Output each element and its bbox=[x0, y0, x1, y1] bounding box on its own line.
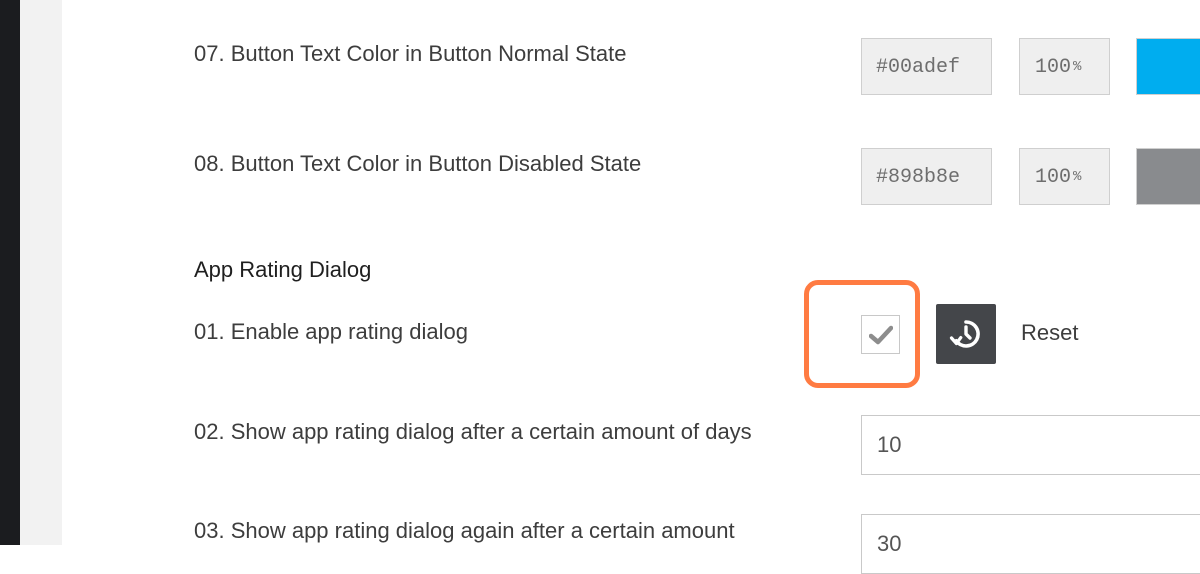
hex-input-disabled-state[interactable]: #898b8e bbox=[861, 148, 992, 205]
color-swatch-normal-state[interactable] bbox=[1136, 38, 1200, 95]
percent-sign: % bbox=[1073, 59, 1082, 75]
hex-input-normal-state[interactable]: #00adef bbox=[861, 38, 992, 95]
percent-sign: % bbox=[1073, 169, 1082, 185]
opacity-value: 100 bbox=[1035, 56, 1072, 79]
reset-label[interactable]: Reset bbox=[1021, 320, 1078, 346]
setting-label-normal-state: 07. Button Text Color in Button Normal S… bbox=[194, 41, 627, 66]
opacity-value: 100 bbox=[1035, 166, 1072, 189]
section-title-app-rating: App Rating Dialog bbox=[194, 257, 372, 282]
setting-label-days: 02. Show app rating dialog after a certa… bbox=[194, 419, 752, 444]
days-input[interactable] bbox=[861, 415, 1200, 475]
setting-label-disabled-state: 08. Button Text Color in Button Disabled… bbox=[194, 151, 642, 176]
opacity-input-disabled-state[interactable]: 100% bbox=[1019, 148, 1110, 205]
color-swatch-disabled-state[interactable] bbox=[1136, 148, 1200, 205]
reset-button[interactable] bbox=[936, 304, 996, 364]
opacity-input-normal-state[interactable]: 100% bbox=[1019, 38, 1110, 95]
window-edge bbox=[0, 0, 20, 545]
enable-rating-checkbox[interactable] bbox=[861, 315, 900, 354]
again-input[interactable] bbox=[861, 514, 1200, 574]
left-gutter bbox=[20, 0, 62, 545]
setting-label-enable-rating: 01. Enable app rating dialog bbox=[194, 319, 468, 344]
check-icon bbox=[868, 325, 893, 344]
setting-label-again: 03. Show app rating dialog again after a… bbox=[194, 518, 735, 543]
reset-icon bbox=[949, 320, 980, 348]
